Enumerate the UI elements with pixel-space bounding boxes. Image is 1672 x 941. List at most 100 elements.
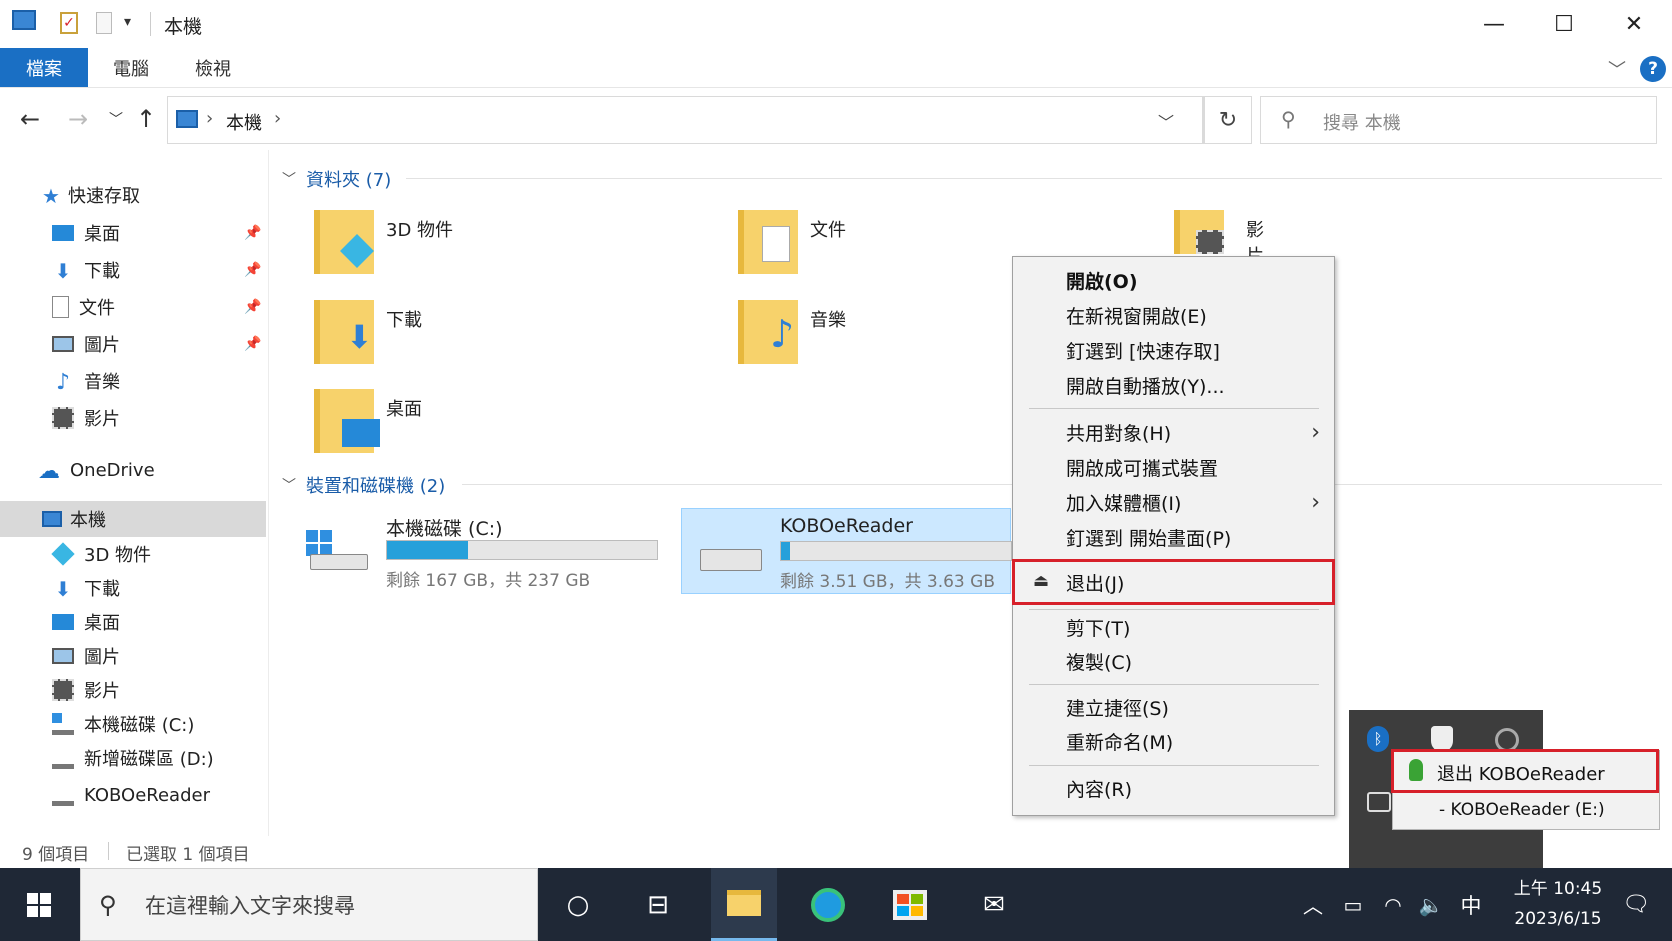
nav-pc-videos[interactable]: 影片	[52, 673, 120, 707]
remote-device-icon[interactable]	[1367, 792, 1391, 812]
folder-item[interactable]: 影片	[1170, 208, 1270, 267]
menu-item-label: 加入媒體櫃(I)	[1066, 492, 1182, 515]
search-box[interactable]: ⚲ 搜尋 本機	[1260, 96, 1657, 144]
edge-icon[interactable]	[798, 868, 858, 941]
folder-label: 音樂	[810, 310, 846, 331]
cortana-icon[interactable]: ○	[548, 868, 608, 941]
nav-pc-3d-objects[interactable]: 3D 物件	[51, 537, 152, 571]
address-dropdown-icon[interactable]: ﹀	[1158, 109, 1174, 133]
folder-item[interactable]: ♪ 音樂	[734, 298, 1034, 378]
breadcrumb-this-pc[interactable]: 本機	[226, 109, 262, 135]
volume-icon[interactable]: 🔈	[1414, 868, 1448, 941]
pin-icon[interactable]: 📌	[244, 262, 261, 278]
start-button[interactable]	[0, 868, 78, 941]
mail-icon[interactable]: ✉	[962, 868, 1026, 941]
documents-folder-icon	[738, 210, 798, 274]
menu-item-create-shortcut[interactable]: 建立捷徑(S)	[1013, 690, 1334, 724]
ribbon-tabs: 檔案 電腦 檢視 ﹀ ?	[0, 48, 1672, 88]
nav-quick-pictures[interactable]: 圖片	[52, 327, 120, 361]
menu-item-properties[interactable]: 內容(R)	[1013, 771, 1334, 805]
nav-quick-access[interactable]: ★ 快速存取	[42, 178, 140, 212]
close-button[interactable]: ✕	[1600, 0, 1668, 48]
properties-icon[interactable]: ✓	[60, 12, 78, 34]
drive-item-kobo-selected[interactable]: KOBOeReader 剩餘 3.51 GB，共 3.63 GB	[681, 508, 1012, 594]
menu-item-cut[interactable]: 剪下(T)	[1013, 610, 1334, 644]
nav-pc-drive-c[interactable]: 本機磁碟 (C:)	[52, 707, 194, 741]
nav-pc-kobo[interactable]: KOBOeReader	[52, 778, 210, 812]
menu-item-pin-start[interactable]: 釘選到 開始畫面(P)	[1013, 520, 1334, 554]
devices-group-header[interactable]: ﹀ 裝置和磁碟機 (2)	[282, 472, 445, 498]
refresh-button[interactable]: ↻	[1204, 96, 1252, 144]
group-header-label: 裝置和磁碟機 (2)	[306, 476, 446, 497]
system-clock[interactable]: 上午 10:45 2023/6/15	[1503, 874, 1613, 934]
pin-icon[interactable]: 📌	[244, 336, 261, 352]
nav-quick-desktop[interactable]: 桌面	[52, 216, 120, 250]
drive-item-c[interactable]: 本機磁碟 (C:) 剩餘 167 GB，共 237 GB	[296, 508, 666, 594]
wifi-icon[interactable]: ◠	[1376, 868, 1410, 941]
nav-label: 影片	[84, 681, 120, 702]
pin-icon[interactable]: 📌	[244, 225, 261, 241]
notification-icon[interactable]: 🗨	[1614, 868, 1658, 941]
nav-pc-drive-d[interactable]: 新增磁碟區 (D:)	[52, 741, 214, 775]
menu-item-kobo-drive[interactable]: - KOBOeReader (E:)	[1393, 791, 1659, 831]
show-hidden-icons-chevron-up-icon[interactable]: ︿	[1296, 868, 1330, 941]
menu-item-open-new-window[interactable]: 在新視窗開啟(E)	[1013, 298, 1334, 332]
folder-item[interactable]: 3D 物件	[310, 208, 610, 288]
store-icon[interactable]	[880, 868, 940, 941]
selected-count: 已選取 1 個項目	[126, 845, 250, 865]
folder-item[interactable]: 文件	[734, 208, 1034, 288]
expand-ribbon-icon[interactable]: ﹀	[1608, 56, 1626, 82]
menu-item-pin-quick-access[interactable]: 釘選到 [快速存取]	[1013, 333, 1334, 367]
search-placeholder: 搜尋 本機	[1323, 113, 1401, 134]
desktop-icon	[52, 225, 74, 241]
bluetooth-icon[interactable]: ᛒ	[1367, 726, 1389, 752]
ime-indicator[interactable]: 中	[1454, 868, 1488, 941]
help-icon[interactable]: ?	[1640, 56, 1666, 82]
task-view-icon[interactable]: ⊟	[628, 868, 688, 941]
drive-free-space: 剩餘 167 GB，共 237 GB	[386, 571, 591, 591]
folder-item[interactable]: ⬇ 下載	[310, 298, 610, 378]
nav-pc-desktop[interactable]: 桌面	[52, 605, 120, 639]
nav-quick-music[interactable]: ♪ 音樂	[52, 364, 120, 398]
menu-item-rename[interactable]: 重新命名(M)	[1013, 724, 1334, 758]
cube-icon	[51, 542, 75, 566]
address-bar[interactable]: › 本機 › ﹀	[167, 96, 1204, 144]
back-button[interactable]: ←	[12, 102, 48, 136]
folder-item[interactable]: 桌面	[310, 387, 610, 467]
tab-file[interactable]: 檔案	[0, 48, 88, 87]
nav-pc-downloads[interactable]: ⬇ 下載	[52, 571, 120, 605]
nav-this-pc[interactable]: 本機	[42, 502, 106, 536]
tab-computer[interactable]: 電腦	[96, 48, 166, 87]
up-button[interactable]: ↑	[128, 102, 164, 136]
maximize-button[interactable]: ☐	[1530, 0, 1598, 48]
safely-remove-menu: 退出 KOBOeReader - KOBOeReader (E:)	[1391, 749, 1660, 831]
forward-button[interactable]: →	[60, 102, 96, 136]
menu-item-share-with[interactable]: 共用對象(H) ›	[1013, 415, 1334, 449]
nav-quick-documents[interactable]: 文件	[52, 290, 115, 324]
nav-quick-downloads[interactable]: ⬇ 下載	[52, 253, 120, 287]
menu-item-open-autoplay[interactable]: 開啟自動播放(Y)...	[1013, 368, 1334, 402]
group-header-label: 資料夾 (7)	[306, 170, 392, 191]
menu-item-include-library[interactable]: 加入媒體櫃(I) ›	[1013, 485, 1334, 519]
minimize-button[interactable]: —	[1460, 0, 1528, 48]
file-explorer-taskbar-icon[interactable]	[711, 868, 777, 941]
nav-quick-videos[interactable]: 影片	[52, 401, 120, 435]
group-divider	[406, 178, 1662, 179]
new-folder-icon[interactable]	[96, 12, 112, 34]
taskbar-search-box[interactable]: ⚲ 在這裡輸入文字來搜尋	[80, 868, 538, 941]
nav-onedrive[interactable]: ☁ OneDrive	[38, 453, 155, 487]
nav-label: 3D 物件	[84, 545, 152, 566]
nav-label: KOBOeReader	[84, 784, 210, 806]
battery-icon[interactable]: ▭	[1336, 868, 1370, 941]
nav-pc-pictures[interactable]: 圖片	[52, 639, 120, 673]
tab-view[interactable]: 檢視	[178, 48, 248, 87]
pin-icon[interactable]: 📌	[244, 299, 261, 315]
search-icon: ⚲	[1281, 107, 1296, 131]
folders-group-header[interactable]: ﹀ 資料夾 (7)	[282, 166, 391, 192]
menu-item-open[interactable]: 開啟(O)	[1013, 263, 1334, 297]
menu-item-copy[interactable]: 複製(C)	[1013, 644, 1334, 678]
menu-item-open-portable-device[interactable]: 開啟成可攜式裝置	[1013, 450, 1334, 484]
quick-access-toolbar-dropdown-icon[interactable]: ▾	[124, 14, 131, 30]
nav-label: 下載	[84, 579, 120, 600]
chevron-down-icon: ﹀	[282, 172, 296, 188]
